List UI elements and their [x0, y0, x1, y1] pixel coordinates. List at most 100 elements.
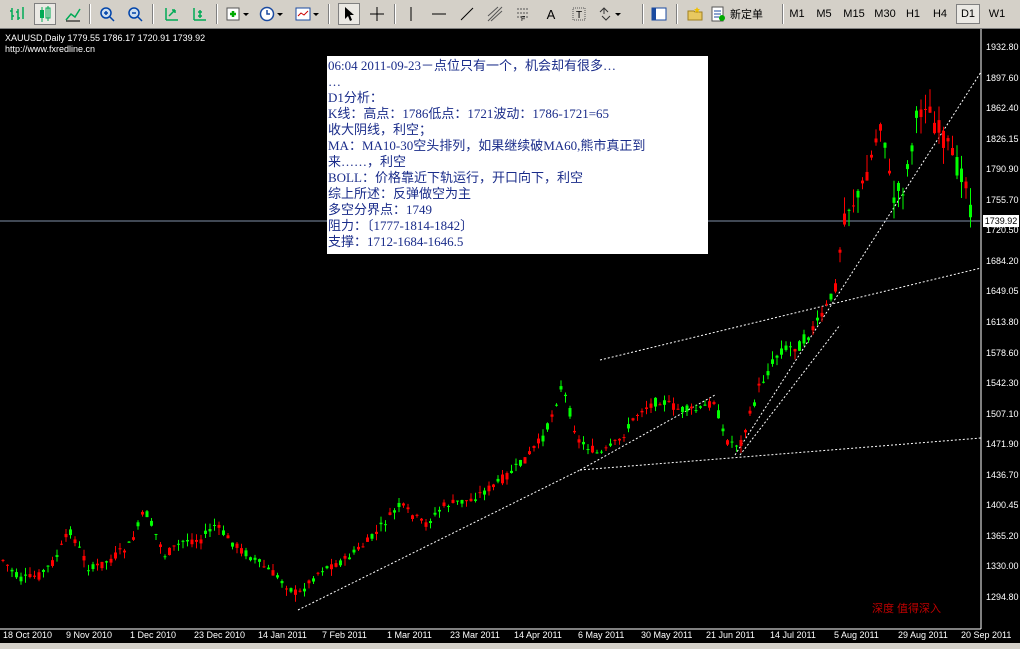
candle-body [105, 561, 108, 563]
candle-body [78, 546, 81, 548]
timeframe-h4-button[interactable]: H4 [927, 4, 953, 24]
crosshair-button[interactable] [366, 3, 388, 25]
arrows-button[interactable] [596, 3, 624, 25]
chart-shift-button[interactable] [188, 3, 210, 25]
candle-body [645, 407, 648, 410]
candle-body [60, 543, 63, 545]
candle-body [186, 539, 189, 542]
text-label-button[interactable]: T [568, 3, 590, 25]
symbol-info: XAUUSD,Daily 1779.55 1786.17 1720.91 173… [5, 33, 206, 43]
candle-body [915, 110, 918, 118]
timeframe-d1-button[interactable]: D1 [956, 4, 980, 24]
zoom-out-button[interactable] [124, 3, 146, 25]
fibonacci-button[interactable]: F [512, 3, 534, 25]
candle-body [217, 524, 221, 528]
new-order-button[interactable]: 新定单 [710, 3, 784, 25]
candle-body [262, 566, 266, 568]
candle-body [240, 548, 243, 554]
periods-button[interactable] [256, 3, 286, 25]
candle-body [964, 181, 968, 189]
candle-body [411, 515, 414, 519]
svg-text:T: T [576, 10, 582, 21]
candle-body [636, 414, 639, 416]
candle-body [816, 317, 819, 321]
candle-body [492, 484, 495, 488]
trendline-icon [460, 7, 474, 21]
price-axis-label: 1897.60 [986, 72, 1019, 83]
zoom-in-button[interactable] [96, 3, 118, 25]
template-icon [295, 7, 319, 21]
auto-scroll-button[interactable] [160, 3, 182, 25]
candle-body [510, 470, 513, 474]
timeframe-m15-button[interactable]: M15 [840, 4, 868, 24]
indicators-button[interactable] [222, 3, 252, 25]
candle-body [388, 512, 392, 515]
candle-body [604, 447, 608, 449]
candle-body [870, 154, 873, 158]
price-axis-label: 1649.05 [986, 286, 1019, 297]
candle-body [69, 529, 72, 536]
channel-button[interactable] [484, 3, 506, 25]
price-axis-label: 1613.80 [986, 316, 1019, 327]
candle-body [420, 518, 423, 521]
candle-body [793, 349, 797, 352]
candle-body [316, 572, 320, 574]
candle-body [555, 404, 558, 406]
price-axis-label: 1684.20 [986, 255, 1019, 266]
candle-body [132, 537, 135, 540]
candle-body [708, 401, 711, 408]
price-axis-label: 1365.20 [986, 530, 1019, 541]
trendline-button[interactable] [456, 3, 478, 25]
cursor-button[interactable] [338, 3, 360, 25]
candle-body [784, 345, 788, 350]
candle-body [127, 541, 131, 543]
note-line: BOLL：价格靠近下轨运行，开口向下，利空 [328, 170, 583, 185]
candle-body [154, 533, 158, 535]
candle-body [28, 574, 32, 577]
date-axis-label: 14 Jul 2011 [770, 630, 816, 640]
vertical-line-icon [410, 7, 412, 21]
horizontal-line-icon [432, 13, 446, 15]
website-label: http://www.fxredline.cn [5, 44, 96, 54]
favorites-button[interactable] [684, 3, 706, 25]
candle-body [438, 509, 441, 512]
date-axis-label: 20 Sep 2011 [961, 630, 1012, 640]
candle-body [141, 511, 144, 515]
candle-body [780, 348, 783, 355]
candle-body [676, 408, 680, 410]
candle-body [820, 312, 824, 317]
timeframe-m30-button[interactable]: M30 [871, 4, 899, 24]
candle-body [64, 533, 68, 538]
text-button[interactable]: A [540, 3, 562, 25]
candle-body [118, 548, 122, 550]
candle-body [811, 326, 815, 331]
candle-body [550, 414, 554, 417]
candle-body [222, 530, 225, 535]
candlestick-button[interactable] [34, 3, 56, 25]
candle-body [213, 524, 216, 526]
trendline [734, 71, 982, 456]
timeframe-w1-button[interactable]: W1 [983, 4, 1011, 24]
candle-body [856, 190, 860, 198]
candle-body [559, 386, 563, 390]
candle-body [865, 171, 869, 181]
line-chart-button[interactable] [62, 3, 84, 25]
templates-button[interactable] [292, 3, 322, 25]
candle-body [672, 403, 675, 410]
candle-body [330, 564, 333, 570]
candle-body [802, 334, 806, 344]
candle-body [901, 194, 905, 196]
timeframe-m5-button[interactable]: M5 [811, 4, 837, 24]
navigator-button[interactable] [648, 3, 670, 25]
candle-body [717, 410, 720, 419]
candle-body [19, 576, 23, 582]
bar-chart-button[interactable] [6, 3, 28, 25]
trendline [579, 394, 716, 471]
vertical-line-button[interactable] [400, 3, 422, 25]
horizontal-line-button[interactable] [428, 3, 450, 25]
candle-body [249, 557, 252, 561]
timeframe-h1-button[interactable]: H1 [901, 4, 925, 24]
timeframe-m1-button[interactable]: M1 [784, 4, 810, 24]
candle-body [757, 383, 761, 386]
candle-body [541, 435, 545, 442]
